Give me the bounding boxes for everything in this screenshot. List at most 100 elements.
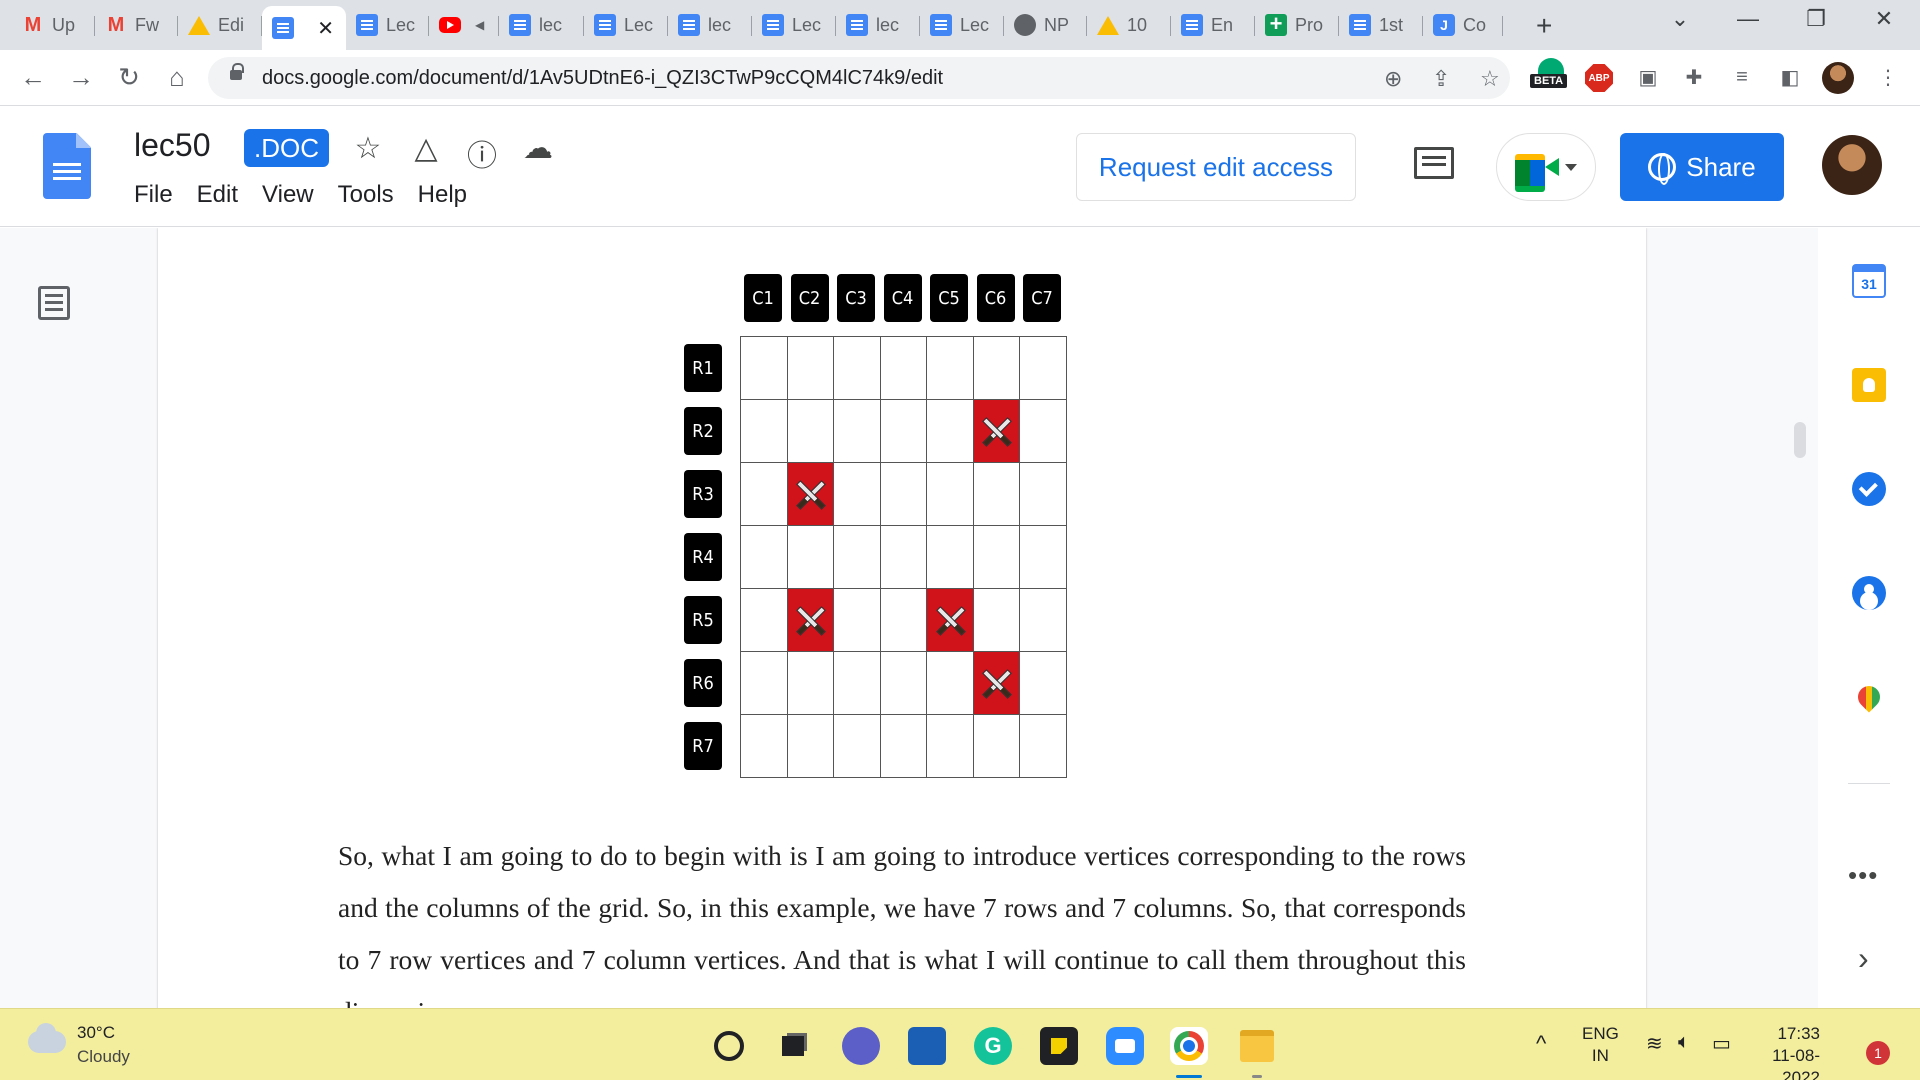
body-paragraph[interactable]: So, what I am going to do to begin with … xyxy=(338,830,1466,1008)
url-text[interactable]: docs.google.com/document/d/1Av5UDtnE6-i_… xyxy=(262,67,943,90)
browser-tab[interactable]: 1st xyxy=(1339,8,1423,42)
browser-tab[interactable]: lec xyxy=(836,8,920,42)
column-label: C1 xyxy=(744,274,782,322)
move-to-drive-icon[interactable]: △ xyxy=(408,131,444,166)
browser-tab[interactable]: Lec xyxy=(584,8,668,42)
cloud-icon[interactable] xyxy=(28,1023,66,1053)
comments-icon[interactable] xyxy=(1414,147,1454,179)
back-icon[interactable]: ← xyxy=(16,62,50,92)
maps-icon[interactable] xyxy=(1852,680,1886,714)
media-queue-icon[interactable]: ≡ xyxy=(1728,62,1756,92)
browser-tab[interactable]: 10 xyxy=(1087,8,1171,42)
browser-tab[interactable]: Pro xyxy=(1255,8,1339,42)
cloud-status-icon[interactable]: ☁ xyxy=(520,131,556,166)
chat-icon[interactable] xyxy=(842,1027,880,1065)
grid-cell xyxy=(927,337,974,400)
browser-tab[interactable]: Edi xyxy=(178,8,262,42)
grid-cell xyxy=(927,652,974,715)
reload-icon[interactable]: ↻ xyxy=(112,62,146,92)
calendar-icon[interactable]: 31 xyxy=(1852,264,1886,298)
share-button[interactable]: Share xyxy=(1620,133,1784,201)
start-button[interactable] xyxy=(644,1027,682,1065)
tasks-icon[interactable] xyxy=(1852,472,1886,506)
input-language[interactable]: ENG IN xyxy=(1582,1023,1619,1067)
account-avatar[interactable] xyxy=(1822,135,1882,195)
task-view-icon[interactable] xyxy=(774,1027,812,1065)
browser-tab[interactable]: M Up xyxy=(12,8,95,42)
clock[interactable]: 17:33 11-08-2022 xyxy=(1760,1023,1820,1080)
profile-avatar[interactable] xyxy=(1822,62,1854,94)
vertical-scrollbar-thumb[interactable] xyxy=(1794,422,1806,458)
browser-tab[interactable]: ✕ xyxy=(262,6,346,50)
menu-edit[interactable]: Edit xyxy=(197,181,238,209)
contacts-icon[interactable] xyxy=(1852,576,1886,610)
address-bar[interactable]: docs.google.com/document/d/1Av5UDtnE6-i_… xyxy=(208,57,1510,99)
tab-audio-icon[interactable]: ◀︎ xyxy=(475,18,484,32)
browser-tab[interactable]: lec xyxy=(499,8,584,42)
request-edit-access-button[interactable]: Request edit access xyxy=(1076,133,1356,201)
expand-panel-icon[interactable]: › xyxy=(1858,940,1869,977)
tab-search-icon[interactable]: ⌄ xyxy=(1660,6,1700,32)
grid-cell xyxy=(741,400,788,463)
document-title[interactable]: lec50 xyxy=(134,127,211,164)
star-icon[interactable]: ☆ xyxy=(350,131,386,166)
chrome-icon[interactable] xyxy=(1170,1027,1208,1065)
close-window-icon[interactable]: ✕ xyxy=(1864,6,1904,32)
bookmark-star-icon[interactable]: ☆ xyxy=(1480,66,1500,92)
adblock-icon[interactable]: ABP xyxy=(1585,64,1613,92)
extension-beta-icon[interactable] xyxy=(1538,58,1564,74)
zoom-icon[interactable]: ⊕ xyxy=(1384,66,1402,92)
forward-icon[interactable]: → xyxy=(64,62,98,92)
menu-view[interactable]: View xyxy=(262,181,314,209)
menu-help[interactable]: Help xyxy=(418,181,467,209)
browser-tab[interactable]: NP xyxy=(1004,8,1087,42)
browser-tab[interactable]: M Fw xyxy=(95,8,178,42)
home-icon[interactable]: ⌂ xyxy=(160,62,194,92)
document-canvas[interactable]: C1 C2 C3 C4 C5 C6 C7 R1 R2 R3 R4 R5 R6 R7 So, what I … xyxy=(0,228,1920,1008)
crossed-swords-icon xyxy=(795,479,825,509)
store-icon[interactable] xyxy=(908,1027,946,1065)
browser-tab[interactable]: Lec xyxy=(752,8,836,42)
browser-tab[interactable]: lec xyxy=(668,8,752,42)
screen-capture-icon[interactable]: ▣ xyxy=(1634,62,1662,92)
wifi-icon[interactable]: ≋ xyxy=(1646,1031,1663,1056)
browser-menu-icon[interactable]: ⋮ xyxy=(1874,62,1902,92)
restore-icon[interactable]: ❐ xyxy=(1796,6,1836,32)
meet-button[interactable] xyxy=(1496,133,1596,201)
battery-icon[interactable]: ▭ xyxy=(1712,1031,1731,1056)
grammarly-icon[interactable]: G xyxy=(974,1027,1012,1065)
grid-cell xyxy=(834,463,881,526)
document-info-icon[interactable]: ⓘ xyxy=(464,131,500,175)
tray-chevron-up-icon[interactable]: ^ xyxy=(1536,1031,1546,1057)
minimize-icon[interactable]: — xyxy=(1728,6,1768,32)
close-tab-icon[interactable]: ✕ xyxy=(317,16,334,41)
docs-logo-icon[interactable] xyxy=(43,133,91,199)
extensions-puzzle-icon[interactable]: ✚ xyxy=(1680,62,1708,92)
search-icon[interactable] xyxy=(710,1027,748,1065)
more-addons-icon[interactable]: ••• xyxy=(1848,860,1878,891)
browser-tab[interactable]: En xyxy=(1171,8,1255,42)
volume-icon[interactable]: 🔈︎ xyxy=(1678,1031,1690,1054)
side-panel-icon[interactable]: ◧ xyxy=(1776,62,1804,92)
notification-badge[interactable]: 1 xyxy=(1866,1041,1890,1065)
menu-tools[interactable]: Tools xyxy=(338,181,394,209)
browser-tab[interactable]: Lec xyxy=(920,8,1004,42)
weather-temperature[interactable]: 30°C xyxy=(77,1023,115,1043)
weather-condition[interactable]: Cloudy xyxy=(77,1047,130,1067)
grid-cell-marked xyxy=(787,463,834,526)
document-outline-icon[interactable] xyxy=(38,286,70,320)
document-page[interactable]: C1 C2 C3 C4 C5 C6 C7 R1 R2 R3 R4 R5 R6 R7 So, what I … xyxy=(158,228,1646,1008)
browser-tab[interactable]: J Co xyxy=(1423,8,1503,42)
browser-tab[interactable]: Lec xyxy=(346,8,429,42)
browser-tab[interactable]: ◀︎ xyxy=(429,8,499,42)
menu-file[interactable]: File xyxy=(134,181,173,209)
zoom-icon[interactable] xyxy=(1106,1027,1144,1065)
grid-cell xyxy=(1020,715,1067,778)
lock-icon[interactable] xyxy=(230,63,244,80)
sticky-notes-icon[interactable] xyxy=(1040,1027,1078,1065)
file-explorer-icon[interactable] xyxy=(1238,1027,1276,1065)
keep-icon[interactable] xyxy=(1852,368,1886,402)
share-page-icon[interactable]: ⇪ xyxy=(1432,66,1450,92)
grid-cell xyxy=(880,337,927,400)
new-tab-icon[interactable]: + xyxy=(1536,10,1552,42)
